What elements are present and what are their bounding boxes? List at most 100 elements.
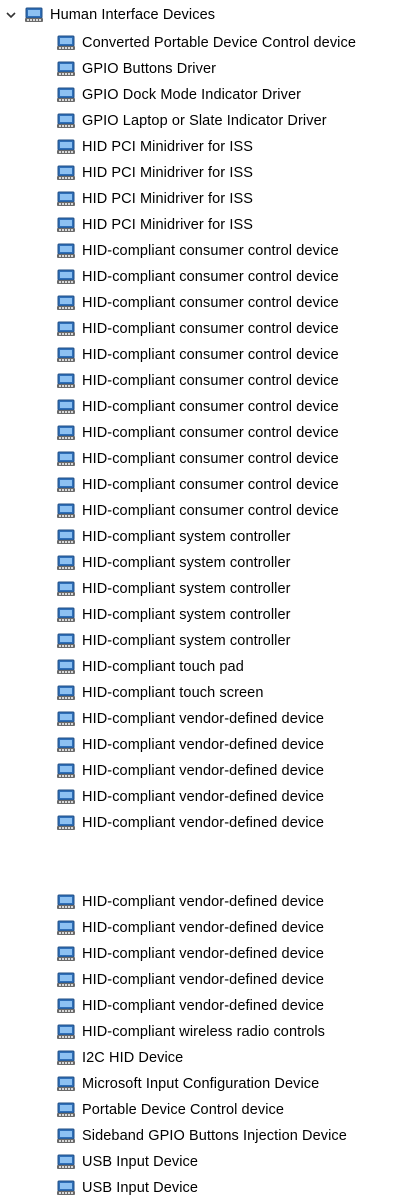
tree-item-label: Portable Device Control device <box>82 1102 285 1118</box>
hid-device-icon <box>56 243 76 259</box>
tree-item-device[interactable]: HID-compliant vendor-defined device <box>0 810 405 836</box>
hid-device-icon <box>24 7 44 23</box>
tree-item-label: HID-compliant consumer control device <box>82 503 339 519</box>
hid-device-icon <box>56 165 76 181</box>
hid-device-icon <box>56 503 76 519</box>
hid-device-icon <box>56 373 76 389</box>
hid-device-icon <box>56 920 76 936</box>
tree-item-label: HID-compliant consumer control device <box>82 451 339 467</box>
tree-item-device[interactable]: HID-compliant vendor-defined device <box>0 784 405 810</box>
tree-item-label: HID-compliant consumer control device <box>82 347 339 363</box>
tree-item-label: GPIO Dock Mode Indicator Driver <box>82 87 302 103</box>
tree-item-device[interactable]: HID-compliant system controller <box>0 602 405 628</box>
hid-device-icon <box>56 1128 76 1144</box>
hid-device-icon <box>56 998 76 1014</box>
tree-item-label: HID-compliant vendor-defined device <box>82 998 325 1014</box>
tree-item-device[interactable]: HID-compliant vendor-defined device <box>0 706 405 732</box>
hid-device-icon <box>56 1154 76 1170</box>
hid-device-icon <box>56 789 76 805</box>
hid-device-icon <box>56 1024 76 1040</box>
hid-device-icon <box>56 633 76 649</box>
hid-device-icon <box>56 113 76 129</box>
hid-device-icon <box>56 425 76 441</box>
hid-device-icon <box>56 711 76 727</box>
tree-item-device[interactable]: HID PCI Minidriver for ISS <box>0 134 405 160</box>
tree-item-device[interactable]: HID-compliant consumer control device <box>0 290 405 316</box>
hid-device-icon <box>56 269 76 285</box>
tree-item-label: HID-compliant vendor-defined device <box>82 815 325 831</box>
tree-item-label: HID-compliant system controller <box>82 607 291 623</box>
tree-item-label: HID-compliant system controller <box>82 555 291 571</box>
tree-item-device[interactable]: HID PCI Minidriver for ISS <box>0 212 405 238</box>
hid-device-icon <box>56 139 76 155</box>
tree-item-device[interactable]: HID-compliant vendor-defined device <box>0 941 405 967</box>
tree-item-device[interactable]: HID-compliant consumer control device <box>0 264 405 290</box>
tree-item-label: GPIO Laptop or Slate Indicator Driver <box>82 113 327 129</box>
tree-item-label: HID-compliant system controller <box>82 581 291 597</box>
tree-category-human-interface-devices[interactable]: Human Interface Devices <box>0 0 405 30</box>
tree-item-device[interactable]: Converted Portable Device Control device <box>0 30 405 56</box>
tree-item-device[interactable]: HID-compliant consumer control device <box>0 316 405 342</box>
hid-device-icon <box>56 399 76 415</box>
tree-item-device[interactable]: HID-compliant vendor-defined device <box>0 915 405 941</box>
tree-item-device[interactable]: Microsoft Input Configuration Device <box>0 1071 405 1097</box>
tree-item-device[interactable]: HID-compliant consumer control device <box>0 368 405 394</box>
hid-device-icon <box>56 295 76 311</box>
tree-item-device[interactable]: HID PCI Minidriver for ISS <box>0 160 405 186</box>
tree-item-device[interactable]: USB Input Device <box>0 1149 405 1175</box>
tree-item-label: HID-compliant touch screen <box>82 685 264 701</box>
tree-item-device[interactable]: HID-compliant vendor-defined device <box>0 889 405 915</box>
tree-item-device[interactable]: HID-compliant consumer control device <box>0 394 405 420</box>
tree-item-device[interactable]: GPIO Dock Mode Indicator Driver <box>0 82 405 108</box>
tree-item-label: Sideband GPIO Buttons Injection Device <box>82 1128 347 1144</box>
tree-item-device[interactable]: HID-compliant consumer control device <box>0 472 405 498</box>
hid-device-icon <box>56 451 76 467</box>
hid-device-icon <box>56 815 76 831</box>
chevron-down-icon[interactable] <box>4 8 18 22</box>
tree-item-device[interactable]: HID-compliant vendor-defined device <box>0 758 405 784</box>
blank-gap <box>0 836 405 889</box>
tree-item-device[interactable]: HID-compliant touch screen <box>0 680 405 706</box>
tree-item-device[interactable]: I2C HID Device <box>0 1045 405 1071</box>
tree-item-device[interactable]: HID-compliant system controller <box>0 550 405 576</box>
tree-item-device[interactable]: GPIO Buttons Driver <box>0 56 405 82</box>
hid-device-icon <box>56 61 76 77</box>
tree-item-device[interactable]: HID-compliant consumer control device <box>0 420 405 446</box>
hid-device-icon <box>56 217 76 233</box>
tree-item-label: HID PCI Minidriver for ISS <box>82 191 253 207</box>
tree-item-device[interactable]: HID PCI Minidriver for ISS <box>0 186 405 212</box>
tree-item-device[interactable]: HID-compliant touch pad <box>0 654 405 680</box>
tree-item-label: HID-compliant consumer control device <box>82 295 339 311</box>
tree-item-device[interactable]: HID-compliant system controller <box>0 524 405 550</box>
tree-item-device[interactable]: HID-compliant vendor-defined device <box>0 993 405 1019</box>
tree-item-device[interactable]: USB Input Device <box>0 1175 405 1201</box>
tree-item-label: HID-compliant consumer control device <box>82 373 339 389</box>
hid-device-icon <box>56 972 76 988</box>
tree-item-device[interactable]: HID-compliant consumer control device <box>0 342 405 368</box>
tree-item-device[interactable]: HID-compliant consumer control device <box>0 446 405 472</box>
tree-item-device[interactable]: GPIO Laptop or Slate Indicator Driver <box>0 108 405 134</box>
tree-item-device[interactable]: HID-compliant system controller <box>0 576 405 602</box>
tree-item-label: HID-compliant system controller <box>82 529 291 545</box>
tree-item-label: I2C HID Device <box>82 1050 184 1066</box>
tree-item-device[interactable]: HID-compliant vendor-defined device <box>0 732 405 758</box>
hid-device-icon <box>56 659 76 675</box>
tree-item-label: HID-compliant touch pad <box>82 659 244 675</box>
hid-device-icon <box>56 581 76 597</box>
tree-item-device[interactable]: HID-compliant wireless radio controls <box>0 1019 405 1045</box>
tree-item-label: HID-compliant system controller <box>82 633 291 649</box>
device-tree: Human Interface Devices Converted Portab… <box>0 0 405 1201</box>
tree-item-device[interactable]: HID-compliant consumer control device <box>0 238 405 264</box>
tree-item-device[interactable]: Portable Device Control device <box>0 1097 405 1123</box>
tree-item-label: HID-compliant vendor-defined device <box>82 894 325 910</box>
tree-item-label: HID-compliant vendor-defined device <box>82 920 325 936</box>
tree-item-device[interactable]: HID-compliant consumer control device <box>0 498 405 524</box>
tree-item-device[interactable]: HID-compliant vendor-defined device <box>0 967 405 993</box>
hid-device-icon <box>56 191 76 207</box>
tree-item-label: USB Input Device <box>82 1154 199 1170</box>
tree-item-label: HID-compliant consumer control device <box>82 243 339 259</box>
tree-item-label: HID-compliant vendor-defined device <box>82 946 325 962</box>
tree-item-device[interactable]: Sideband GPIO Buttons Injection Device <box>0 1123 405 1149</box>
hid-device-icon <box>56 1076 76 1092</box>
tree-item-device[interactable]: HID-compliant system controller <box>0 628 405 654</box>
